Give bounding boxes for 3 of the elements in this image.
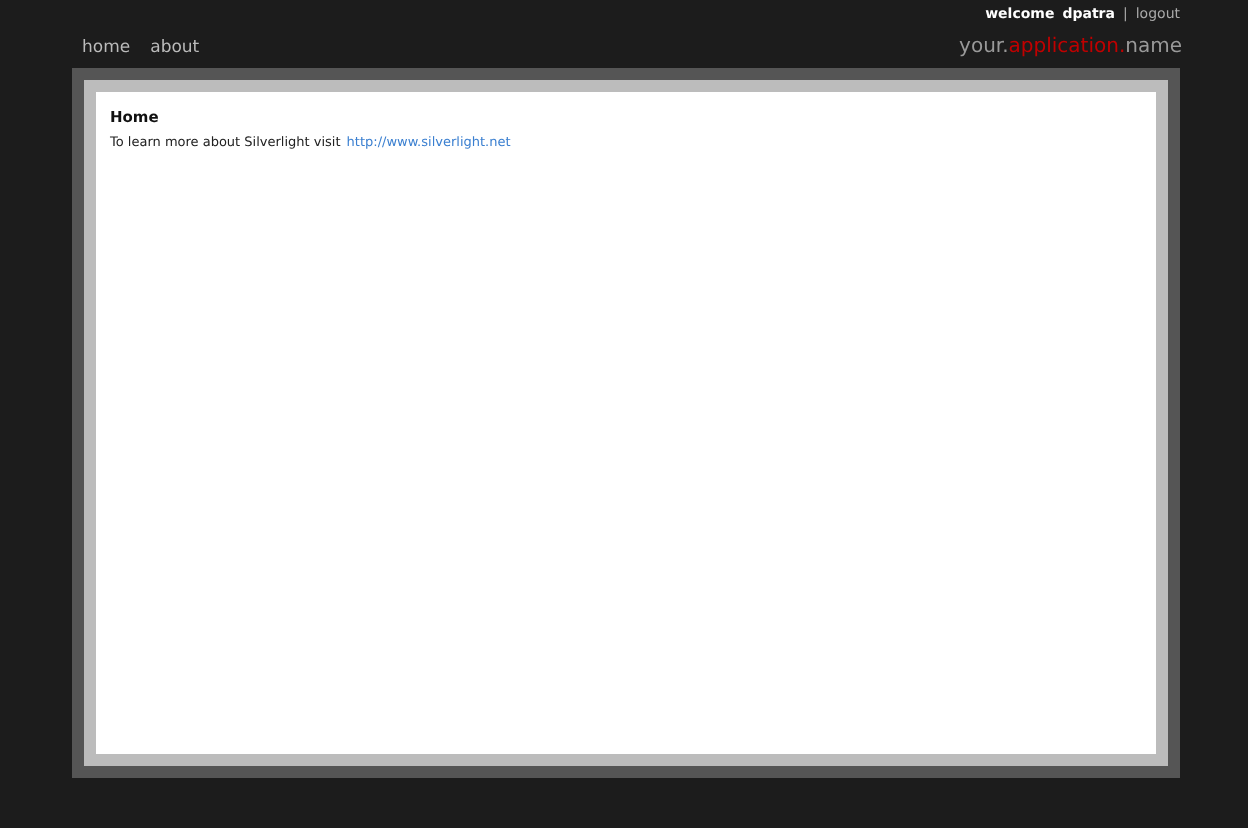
app-name: your.application.name — [959, 36, 1182, 58]
nav-link[interactable]: about — [150, 38, 200, 58]
nav-link[interactable]: home — [82, 38, 131, 58]
